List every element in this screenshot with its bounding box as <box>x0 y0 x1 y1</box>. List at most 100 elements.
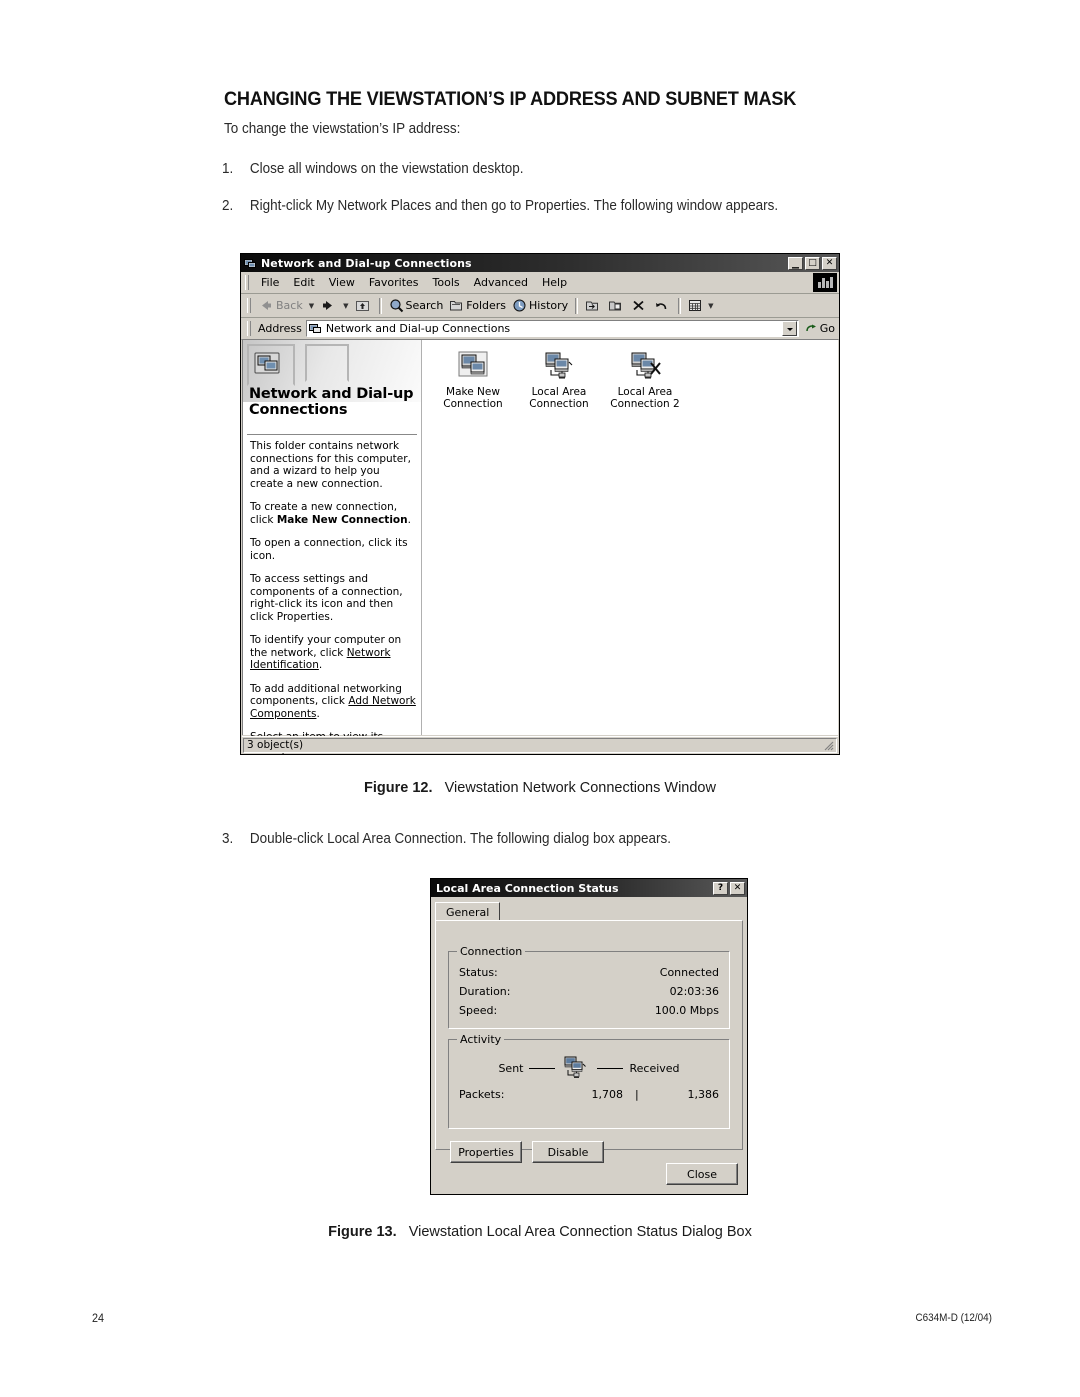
menu-bar[interactable]: File Edit View Favorites Tools Advanced … <box>241 272 839 294</box>
back-button[interactable]: Back <box>256 297 306 314</box>
sent-label: Sent <box>498 1061 524 1075</box>
close-button[interactable]: ✕ <box>822 256 837 270</box>
help-glyph: ? <box>717 882 724 893</box>
move-to-button[interactable] <box>582 297 605 314</box>
status-label: Status: <box>459 966 498 979</box>
packets-sent-value: 1,708 <box>591 1088 624 1101</box>
sent-line <box>529 1067 556 1069</box>
step-2-number: 2. <box>222 198 234 214</box>
minimize-button[interactable]: _ <box>788 254 803 270</box>
status-bar-text: 3 object(s) <box>247 739 304 751</box>
info-para-1: This folder contains network connections… <box>250 440 411 490</box>
window-client-area: Network and Dial-up Connections This fol… <box>242 339 838 756</box>
up-folder-icon <box>355 298 370 313</box>
window-title-text: Network and Dial-up Connections <box>261 256 472 270</box>
address-value: Network and Dial-up Connections <box>325 322 511 335</box>
toolbar[interactable]: Back ▼ ▼ Search Folders History ▼ <box>241 294 839 318</box>
go-arrow-icon <box>805 322 818 335</box>
delete-button[interactable] <box>628 297 651 314</box>
folders-button[interactable]: Folders <box>446 297 509 314</box>
status-row: Status: Connected <box>459 966 719 979</box>
copy-to-folder-icon <box>608 298 623 313</box>
window-titlebar[interactable]: Network and Dial-up Connections _ □ ✕ <box>241 254 839 272</box>
address-bar[interactable]: Address Network and Dial-up Connections <box>241 318 839 340</box>
menu-help[interactable]: Help <box>535 274 574 291</box>
intro-text: To change the viewstation’s IP address: <box>224 121 461 137</box>
menu-edit[interactable]: Edit <box>286 274 321 291</box>
copy-to-button[interactable] <box>605 297 628 314</box>
local-area-connection-status-dialog[interactable]: Local Area Connection Status ? ✕ General… <box>430 878 748 1195</box>
connection-local-area-2[interactable]: Local Area Connection 2 <box>606 348 684 410</box>
back-dropdown-icon[interactable]: ▼ <box>309 302 314 310</box>
figure-12-label: Figure 12. <box>364 780 433 796</box>
make-new-connection-bold: Make New Connection <box>276 513 408 526</box>
history-button[interactable]: History <box>509 297 571 314</box>
go-button[interactable]: Go <box>799 322 839 335</box>
menu-view[interactable]: View <box>322 274 362 291</box>
status-bar: 3 object(s) <box>242 736 838 753</box>
network-connections-folder-icon <box>253 350 283 376</box>
step-1-number: 1. <box>222 161 234 177</box>
undo-button[interactable] <box>651 297 674 314</box>
make-new-connection-icon <box>434 348 512 384</box>
toolbar-separator-3 <box>678 297 682 314</box>
packets-separator: | <box>635 1088 639 1101</box>
connections-list[interactable]: Make New Connection Local Area Connectio… <box>422 340 838 735</box>
address-input[interactable]: Network and Dial-up Connections <box>305 320 799 337</box>
document-page: CHANGING THE VIEWSTATION’S IP ADDRESS AN… <box>0 0 1080 1397</box>
step-3-text: Double-click Local Area Connection. The … <box>249 831 671 847</box>
dialog-titlebar[interactable]: Local Area Connection Status ? ✕ <box>431 879 747 897</box>
step-2-text: Right-click My Network Places and then g… <box>249 198 779 214</box>
dialog-body: General Connection Status: Connected Dur… <box>435 901 743 1163</box>
local-area-connection-disabled-icon <box>606 348 684 384</box>
tab-general[interactable]: General <box>435 902 501 921</box>
maximize-button[interactable]: □ <box>805 256 820 270</box>
forward-dropdown-icon[interactable]: ▼ <box>343 302 348 310</box>
move-to-folder-icon <box>585 298 600 313</box>
addressbar-grip[interactable] <box>247 321 251 336</box>
step-3: 3. Double-click Local Area Connection. T… <box>222 831 929 847</box>
step-3-number: 3. <box>222 831 234 847</box>
address-dropdown-button[interactable] <box>781 321 797 336</box>
activity-header: Sent Received <box>459 1056 719 1080</box>
add-network-components-link[interactable]: Add Network Components <box>250 695 416 720</box>
search-label: Search <box>405 299 444 312</box>
connection-local-area[interactable]: Local Area Connection <box>520 348 598 410</box>
network-connections-title-icon <box>244 257 257 270</box>
address-folder-icon <box>308 322 322 335</box>
connection-label: Local Area Connection 2 <box>610 386 680 410</box>
menu-advanced[interactable]: Advanced <box>467 274 535 291</box>
up-button[interactable] <box>352 297 375 314</box>
forward-button[interactable] <box>317 297 340 314</box>
step-1: 1. Close all windows on the viewstation … <box>222 161 873 177</box>
menu-file[interactable]: File <box>254 274 286 291</box>
menu-favorites[interactable]: Favorites <box>362 274 426 291</box>
speed-row: Speed: 100.0 Mbps <box>459 1004 719 1017</box>
undo-arrow-icon <box>654 298 669 313</box>
figure-13-caption: Figure 13. Viewstation Local Area Connec… <box>0 1224 1080 1240</box>
help-button[interactable]: ? <box>713 881 728 895</box>
dialog-close-button[interactable]: ✕ <box>730 881 745 895</box>
menubar-grip[interactable] <box>245 275 249 290</box>
views-dropdown-icon[interactable]: ▼ <box>708 302 713 310</box>
delete-x-icon <box>631 298 646 313</box>
window-controls[interactable]: _ □ ✕ <box>788 254 837 270</box>
info-panel-body: This folder contains network connections… <box>250 440 416 767</box>
network-connections-window[interactable]: Network and Dial-up Connections _ □ ✕ Fi… <box>240 253 840 756</box>
network-identification-link[interactable]: Network Identification <box>250 647 391 672</box>
forward-arrow-icon <box>320 298 335 313</box>
connection-make-new[interactable]: Make New Connection <box>434 348 512 410</box>
toolbar-separator-2 <box>575 297 579 314</box>
dialog-window-controls[interactable]: ? ✕ <box>713 881 745 895</box>
tab-strip[interactable]: General <box>435 901 743 921</box>
search-button[interactable]: Search <box>386 297 447 314</box>
menu-tools[interactable]: Tools <box>426 274 467 291</box>
views-button[interactable]: ▼ <box>685 297 719 314</box>
toolbar-grip[interactable] <box>247 298 251 313</box>
windows-logo-icon <box>813 273 837 292</box>
close-dialog-button[interactable]: Close <box>666 1163 738 1185</box>
info-para-5: To identify your computer on the network… <box>250 634 402 672</box>
resize-grip-icon[interactable] <box>823 740 834 751</box>
speed-value: 100.0 Mbps <box>654 1004 719 1017</box>
status-bar-text-panel: 3 object(s) <box>243 737 837 753</box>
